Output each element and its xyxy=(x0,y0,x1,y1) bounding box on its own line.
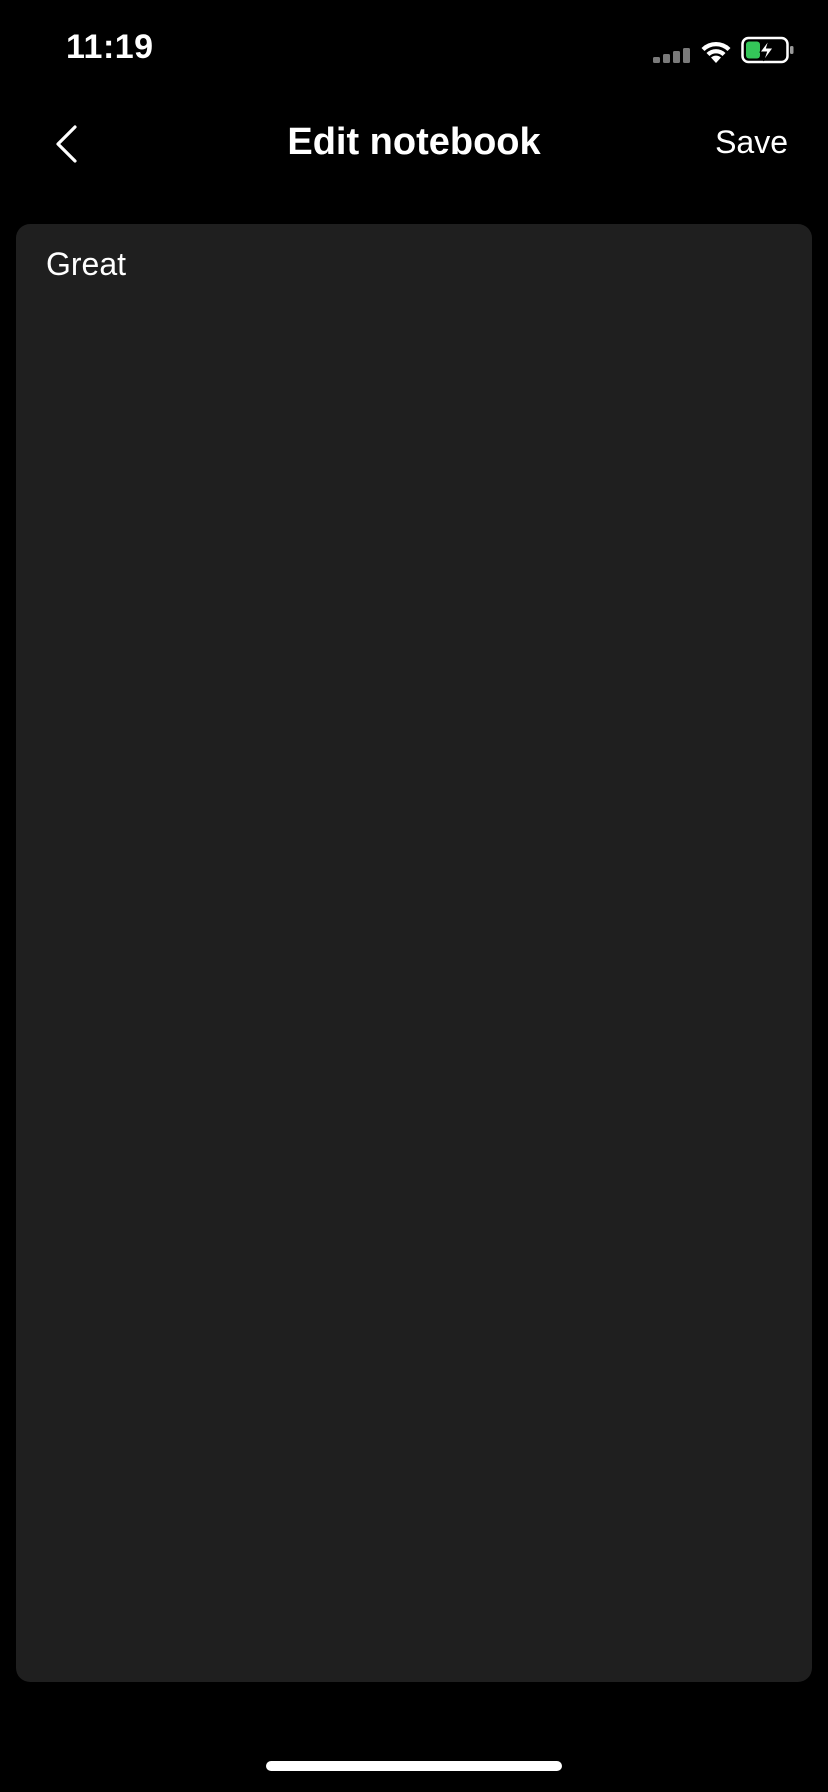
save-button[interactable]: Save xyxy=(715,118,788,166)
status-bar: 11:19 xyxy=(0,0,828,100)
chevron-left-icon xyxy=(56,125,77,163)
cellular-signal-icon xyxy=(653,48,690,63)
navigation-bar: Edit notebook Save xyxy=(0,100,828,200)
battery-charging-icon xyxy=(741,36,794,64)
page-title: Edit notebook xyxy=(287,121,541,163)
home-indicator[interactable] xyxy=(266,1761,562,1771)
status-time: 11:19 xyxy=(66,28,154,66)
notebook-name-input[interactable] xyxy=(16,224,812,1682)
notebook-editor-card xyxy=(16,224,812,1682)
back-button[interactable] xyxy=(44,116,88,172)
wifi-icon xyxy=(701,41,731,63)
